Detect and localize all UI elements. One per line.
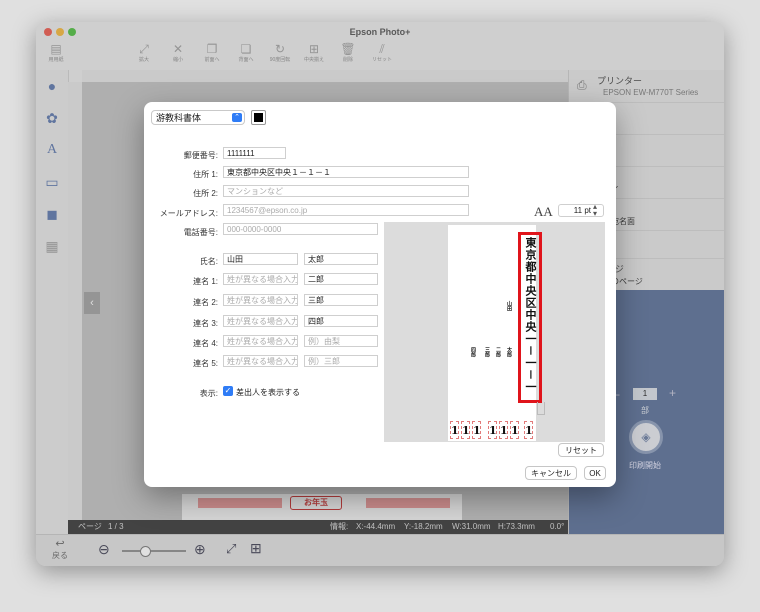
ok-button[interactable]: OK: [584, 466, 606, 480]
display-label: 表示:: [199, 389, 218, 398]
zip-box-3: 1: [472, 421, 481, 439]
joint4-label: 連名 4:: [193, 339, 218, 348]
joint1-first-field[interactable]: 二郎: [304, 273, 378, 285]
joint2-last-field[interactable]: 姓が異なる場合入力: [223, 294, 298, 306]
joint2-label: 連名 2:: [193, 298, 218, 307]
joint3-label: 連名 3:: [193, 319, 218, 328]
font-size-stepper-icon[interactable]: ▴ ▾: [593, 203, 597, 218]
preview-card: 東京都中央区中央一－一－一 山田 太郎 二郎 三郎 四郎 1 1 1 1 1 1…: [448, 225, 545, 441]
last-name-field[interactable]: 山田: [223, 253, 298, 265]
preview-name-1: 太郎: [506, 347, 512, 357]
zip-box-5: 1: [499, 421, 508, 439]
email-label: メールアドレス:: [159, 209, 218, 218]
joint2-first-field[interactable]: 三郎: [304, 294, 378, 306]
preview-name-4: 四郎: [470, 347, 476, 357]
joint1-last-field[interactable]: 姓が異なる場合入力: [223, 273, 298, 285]
address1-field[interactable]: 東京都中央区中央１－１－１: [223, 166, 469, 178]
address-preview: 東京都中央区中央一－一－一 山田 太郎 二郎 三郎 四郎 1 1 1 1 1 1…: [384, 222, 605, 442]
font-select[interactable]: 游教科書体 ⌃: [151, 110, 245, 125]
joint3-last-field[interactable]: 姓が異なる場合入力: [223, 315, 298, 327]
address2-placeholder-box: [537, 402, 545, 415]
chevron-updown-icon: ⌃: [232, 113, 242, 122]
first-name-field[interactable]: 太郎: [304, 253, 378, 265]
reset-button[interactable]: リセット: [558, 443, 604, 457]
zip-box-7: 1: [524, 421, 533, 439]
zip-box-6: 1: [510, 421, 519, 439]
font-select-value: 游教科書体: [156, 113, 202, 123]
cancel-button[interactable]: キャンセル: [525, 466, 577, 480]
sender-dialog: 游教科書体 ⌃ 郵便番号: 1111111 住所 1: 東京都中央区中央１－１－…: [144, 102, 616, 487]
name-label: 氏名:: [199, 257, 218, 266]
preview-name-main: 山田: [506, 301, 512, 311]
font-size-icon: AA: [534, 204, 553, 219]
show-sender-label: 差出人を表示する: [236, 388, 300, 397]
preview-name-2: 二郎: [495, 347, 501, 357]
address1-label: 住所 1:: [193, 170, 218, 179]
postal-label: 郵便番号:: [183, 151, 218, 160]
address2-label: 住所 2:: [193, 189, 218, 198]
joint4-last-field[interactable]: 姓が異なる場合入力: [223, 335, 298, 347]
joint5-last-field[interactable]: 姓が異なる場合入力: [223, 355, 298, 367]
phone-field[interactable]: 000-0000-0000: [223, 223, 378, 235]
joint4-first-field[interactable]: 例）由梨: [304, 335, 378, 347]
zip-box-4: 1: [488, 421, 497, 439]
email-field[interactable]: 1234567@epson.co.jp: [223, 204, 469, 216]
joint3-first-field[interactable]: 四郎: [304, 315, 378, 327]
zip-box-2: 1: [461, 421, 470, 439]
color-swatch-fill: [254, 113, 263, 122]
color-swatch[interactable]: [251, 110, 266, 125]
joint5-label: 連名 5:: [193, 359, 218, 368]
joint1-label: 連名 1:: [193, 277, 218, 286]
font-size-field[interactable]: 11 pt: [558, 204, 604, 217]
zip-box-1: 1: [450, 421, 459, 439]
show-sender-checkbox[interactable]: ✓: [223, 386, 233, 396]
postal-field[interactable]: 1111111: [223, 147, 286, 159]
address2-field[interactable]: マンションなど: [223, 185, 469, 197]
joint5-first-field[interactable]: 例）三郎: [304, 355, 378, 367]
preview-address: 東京都中央区中央一－一－一: [524, 237, 537, 393]
preview-name-3: 三郎: [484, 347, 490, 357]
phone-label: 電話番号:: [183, 228, 218, 237]
